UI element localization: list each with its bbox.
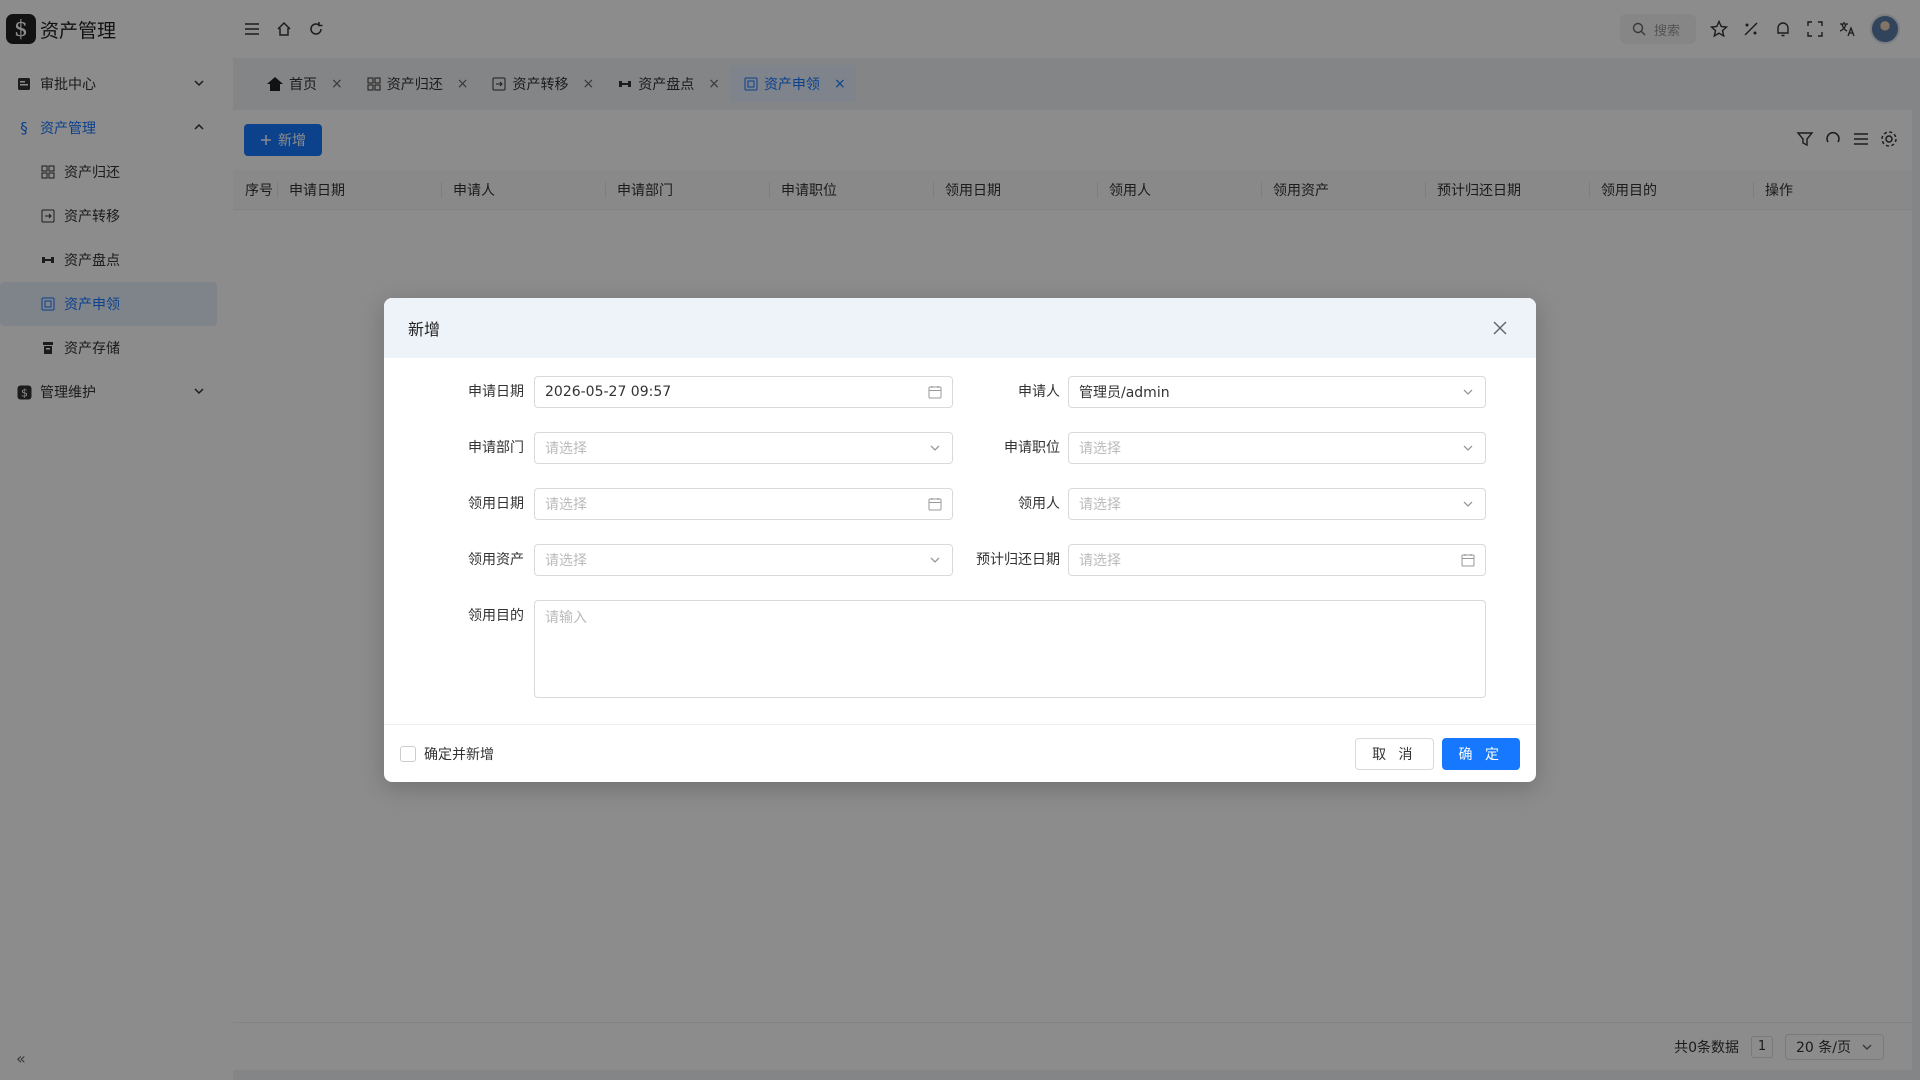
dialog-title: 新增: [408, 320, 441, 339]
dialog-actions: 取 消 确 定: [1355, 737, 1520, 770]
apply-date-value: 2026-05-27 09:57: [545, 384, 672, 400]
department-select[interactable]: 请选择: [534, 432, 953, 464]
dialog-footer: 确定并新增 取 消 确 定: [384, 724, 1536, 782]
return-date-picker[interactable]: 请选择: [1068, 544, 1486, 576]
position-select[interactable]: 请选择: [1068, 432, 1486, 464]
return-date-placeholder: 请选择: [1079, 553, 1121, 569]
calendar-icon: [928, 497, 942, 511]
receiver-placeholder: 请选择: [1079, 497, 1121, 513]
receive-date-picker[interactable]: 请选择: [534, 488, 953, 520]
department-placeholder: 请选择: [545, 441, 587, 457]
asset-placeholder: 请选择: [545, 553, 587, 569]
chevron-down-icon: [1461, 441, 1475, 455]
chevron-down-icon: [928, 553, 942, 567]
apply-date-label: 申请日期: [468, 384, 524, 400]
position-label: 申请职位: [1004, 440, 1060, 456]
asset-select[interactable]: 请选择: [534, 544, 953, 576]
calendar-icon: [1461, 553, 1475, 567]
confirm-and-add-checkbox[interactable]: [400, 745, 416, 762]
cancel-button[interactable]: 取 消: [1355, 737, 1434, 770]
department-label: 申请部门: [468, 440, 524, 456]
receive-date-placeholder: 请选择: [545, 497, 587, 513]
confirm-and-add-label[interactable]: 确定并新增: [424, 744, 494, 764]
purpose-textarea[interactable]: 请输入: [534, 600, 1486, 698]
calendar-icon: [928, 385, 942, 399]
chevron-down-icon: [1461, 497, 1475, 511]
purpose-label: 领用目的: [468, 608, 524, 624]
receiver-select[interactable]: 请选择: [1068, 488, 1486, 520]
asset-label: 领用资产: [468, 552, 524, 568]
position-placeholder: 请选择: [1079, 441, 1121, 457]
applicant-select[interactable]: 管理员/admin: [1068, 376, 1486, 408]
receive-date-label: 领用日期: [468, 496, 524, 512]
close-icon[interactable]: [1492, 320, 1508, 336]
applicant-label: 申请人: [1018, 384, 1060, 400]
receiver-label: 领用人: [1018, 496, 1060, 512]
ok-button[interactable]: 确 定: [1441, 737, 1520, 770]
purpose-placeholder: 请输入: [545, 610, 587, 626]
return-date-label: 预计归还日期: [976, 552, 1060, 568]
add-dialog: 新增 申请日期 2026-05-27 09:57 申请人 管理员/admin 申…: [384, 298, 1536, 782]
dialog-header: 新增: [384, 298, 1536, 358]
chevron-down-icon: [928, 441, 942, 455]
chevron-down-icon: [1461, 385, 1475, 399]
apply-form: 申请日期 2026-05-27 09:57 申请人 管理员/admin 申请部门…: [384, 358, 1536, 724]
applicant-value: 管理员/admin: [1079, 385, 1170, 401]
apply-date-picker[interactable]: 2026-05-27 09:57: [534, 376, 953, 408]
